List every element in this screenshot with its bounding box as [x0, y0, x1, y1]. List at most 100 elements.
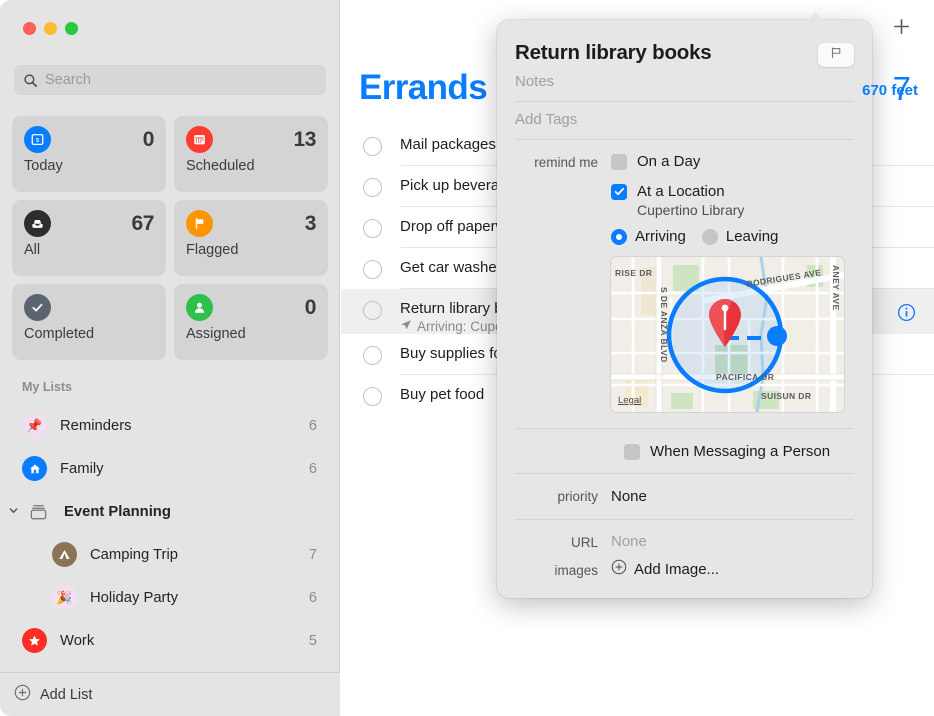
map-street-label: PACIFICA DR — [716, 372, 774, 382]
sidebar-item-reminders[interactable]: 📌 Reminders 6 — [0, 404, 339, 447]
location-map[interactable]: RISE DR S DE ANZA BLVD RODRIGUES AVE ANEY A… — [611, 257, 844, 412]
sidebar: 50Today13Scheduled67All3FlaggedCompleted… — [0, 0, 340, 716]
smart-list-header — [24, 294, 154, 321]
popover-header: Return library books — [497, 20, 872, 67]
map-street-label: SUISUN DR — [761, 391, 811, 401]
reminder-complete-checkbox[interactable] — [363, 137, 382, 156]
at-a-location-row: At a Location Cupertino Library Arriving… — [515, 82, 918, 412]
smart-list-label: Scheduled — [186, 158, 255, 174]
smart-list-count: 0 — [304, 295, 317, 319]
sidebar-item-label: Holiday Party — [90, 589, 178, 606]
sidebar-item-event-planning[interactable]: Event Planning — [0, 490, 339, 533]
map-radius-distance: 670 feet — [862, 82, 918, 99]
smart-list-today[interactable]: 5 0 Today — [12, 116, 166, 192]
add-image-label: Add Image... — [634, 560, 720, 578]
priority-row[interactable]: priority None — [515, 474, 854, 520]
smart-list-scheduled[interactable]: 13 Scheduled — [174, 116, 328, 192]
leaving-radio[interactable] — [701, 228, 718, 245]
house-icon — [22, 456, 47, 481]
smart-list-count: 3 — [304, 211, 317, 235]
map-street-label: RISE DR — [615, 268, 652, 278]
chevron-down-icon[interactable] — [8, 505, 22, 519]
smart-list-all[interactable]: 67 All — [12, 200, 166, 276]
spacer-label — [515, 183, 611, 185]
reminder-complete-checkbox[interactable] — [363, 178, 382, 197]
when-messaging-row: When Messaging a Person — [515, 429, 854, 474]
reminder-complete-checkbox[interactable] — [363, 301, 382, 320]
on-a-day-row: remind me On a Day — [515, 140, 854, 170]
reminder-complete-checkbox[interactable] — [363, 219, 382, 238]
images-row: images Add Image... — [515, 550, 854, 579]
add-reminder-button[interactable] — [890, 18, 912, 40]
popover-title: Return library books — [515, 41, 712, 64]
reminder-complete-checkbox[interactable] — [363, 387, 382, 406]
reminder-info-button[interactable] — [897, 303, 916, 322]
arriving-radio[interactable] — [611, 228, 627, 245]
add-image-button[interactable]: Add Image... — [611, 559, 719, 579]
at-a-location-checkbox[interactable]: At a Location — [611, 183, 854, 200]
smart-lists-grid: 5 0 Today 13 Scheduled 67 All 3 Flagged Completed… — [12, 116, 328, 360]
smart-list-completed[interactable]: Completed — [12, 284, 166, 360]
smart-list-assigned[interactable]: 0 Assigned — [174, 284, 328, 360]
remind-me-section: remind me On a Day At a Location Cuperti… — [515, 82, 918, 429]
checkbox-unchecked-icon — [611, 153, 627, 170]
sidebar-item-label: Event Planning — [64, 503, 171, 520]
sidebar-item-count: 6 — [308, 589, 317, 606]
when-messaging-label: When Messaging a Person — [650, 443, 831, 460]
minimize-button[interactable] — [44, 22, 57, 35]
notes-field[interactable]: Notes — [515, 67, 854, 102]
party-icon: 🎉 — [52, 585, 77, 610]
search-field[interactable] — [14, 65, 326, 95]
on-a-day-checkbox[interactable]: On a Day — [611, 153, 854, 170]
add-list-button[interactable]: Add List — [0, 672, 340, 716]
sidebar-item-count: 6 — [308, 460, 317, 477]
sidebar-item-count: 7 — [308, 546, 317, 563]
location-value[interactable]: Cupertino Library — [637, 202, 854, 218]
reminder-complete-checkbox[interactable] — [363, 346, 382, 365]
smart-list-label: Completed — [24, 326, 95, 342]
remind-me-label: remind me — [534, 155, 598, 170]
smart-list-header: 13 — [186, 126, 316, 153]
smart-list-flagged[interactable]: 3 Flagged — [174, 200, 328, 276]
close-button[interactable] — [23, 22, 36, 35]
search-input[interactable] — [45, 72, 317, 88]
my-lists-header: My Lists — [22, 380, 73, 394]
sidebar-item-count: 5 — [308, 632, 317, 649]
reminder-complete-checkbox[interactable] — [363, 260, 382, 279]
smart-list-count: 0 — [142, 127, 155, 151]
inbox-icon — [24, 210, 51, 237]
url-row[interactable]: URL None — [515, 520, 854, 550]
sidebar-item-holiday-party[interactable]: 🎉 Holiday Party 6 — [0, 576, 339, 619]
priority-value[interactable]: None — [611, 488, 647, 505]
tent-icon — [52, 542, 77, 567]
sidebar-item-label: Camping Trip — [90, 546, 178, 563]
popover-tail-arrow — [806, 12, 824, 22]
map-street-label: ANEY AVE — [831, 265, 841, 311]
sidebar-item-camping-trip[interactable]: Camping Trip 7 — [0, 533, 339, 576]
smart-list-label: Assigned — [186, 326, 246, 342]
user-lists: 📌 Reminders 6 Family 6 Event Planning Camping … — [0, 404, 339, 662]
url-label: URL — [570, 535, 598, 550]
window-traffic-lights — [23, 22, 78, 35]
star-icon — [22, 628, 47, 653]
plus-icon — [892, 17, 911, 41]
maximize-button[interactable] — [65, 22, 78, 35]
sidebar-item-family[interactable]: Family 6 — [0, 447, 339, 490]
add-tags-field[interactable]: Add Tags — [515, 102, 854, 140]
folder-icon — [26, 499, 51, 524]
sidebar-item-count: 6 — [308, 417, 317, 434]
when-messaging-checkbox[interactable]: When Messaging a Person — [515, 443, 854, 460]
smart-list-header: 0 — [186, 294, 316, 321]
url-value[interactable]: None — [611, 533, 647, 550]
leaving-label: Leaving — [725, 228, 779, 245]
sidebar-item-label: Work — [60, 632, 95, 649]
map-legal-link[interactable]: Legal — [618, 395, 641, 406]
smart-list-count: 13 — [293, 127, 316, 151]
sidebar-item-work[interactable]: Work 5 — [0, 619, 339, 662]
checkbox-checked-icon — [611, 183, 627, 200]
check-icon — [24, 294, 51, 321]
flag-button[interactable] — [818, 43, 854, 67]
svg-text:5: 5 — [36, 138, 39, 144]
reminder-detail-popover: Return library books Notes Add Tags remi… — [497, 20, 918, 598]
calendar-icon — [186, 126, 213, 153]
